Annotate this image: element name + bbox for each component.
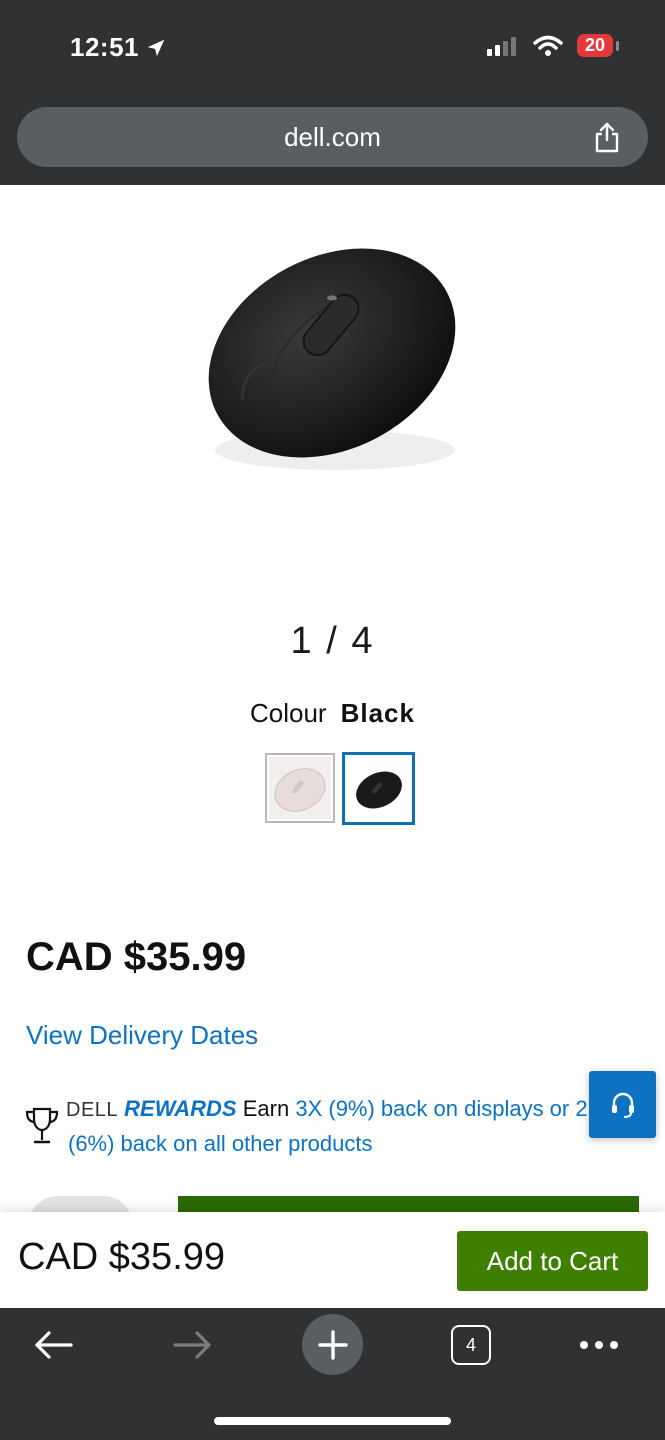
time-text: 12:51 xyxy=(70,32,139,62)
white-mouse-thumbnail xyxy=(269,757,331,819)
rewards-text-line1: DELL REWARDS Earn 3X (9%) back on displa… xyxy=(66,1096,588,1122)
rewards-brand: DELL xyxy=(66,1099,119,1121)
home-indicator xyxy=(214,1417,451,1425)
battery-indicator: 20 xyxy=(576,34,620,57)
status-time: 12:51 xyxy=(70,32,167,63)
tabs-button[interactable]: 4 xyxy=(451,1325,491,1365)
swatch-black[interactable] xyxy=(342,752,415,825)
rewards-link-line2[interactable]: (6%) back on all other products xyxy=(68,1131,373,1157)
new-tab-button[interactable] xyxy=(302,1314,363,1375)
cellular-signal-icon xyxy=(486,36,516,56)
colour-selection-label: Colour Black xyxy=(0,698,665,729)
swatch-white[interactable] xyxy=(265,753,335,823)
more-dots-icon xyxy=(580,1341,618,1349)
support-chat-button[interactable] xyxy=(589,1071,656,1138)
forward-button[interactable] xyxy=(170,1322,216,1368)
colour-label: Colour xyxy=(250,698,327,728)
rewards-link-line1[interactable]: 3X (9%) back on displays or 2 xyxy=(295,1096,587,1121)
product-price: CAD $35.99 xyxy=(26,935,247,979)
black-mouse-thumbnail xyxy=(355,771,402,808)
back-arrow-icon xyxy=(35,1331,73,1359)
tabs-count: 4 xyxy=(465,1334,476,1355)
more-menu-button[interactable] xyxy=(578,1322,620,1368)
address-bar[interactable]: dell.com xyxy=(17,107,648,167)
view-delivery-dates-link[interactable]: View Delivery Dates xyxy=(26,1020,258,1051)
headset-icon xyxy=(611,1092,634,1118)
location-arrow-icon xyxy=(147,39,165,56)
rewards-earn: Earn xyxy=(242,1096,290,1121)
back-button[interactable] xyxy=(30,1322,76,1368)
product-image[interactable] xyxy=(195,245,470,495)
colour-value: Black xyxy=(340,698,415,728)
status-indicators: 20 xyxy=(486,34,620,57)
forward-arrow-icon xyxy=(173,1331,211,1359)
rewards-program: REWARDS xyxy=(124,1096,237,1121)
share-icon[interactable] xyxy=(592,121,622,153)
sticky-price: CAD $35.99 xyxy=(18,1236,226,1278)
plus-icon xyxy=(317,1329,348,1360)
image-pager: 1 / 4 xyxy=(290,620,375,662)
url-text: dell.com xyxy=(284,122,381,152)
trophy-icon xyxy=(25,1107,59,1144)
add-to-cart-button[interactable]: Add to Cart xyxy=(457,1231,648,1291)
wifi-icon xyxy=(533,35,563,56)
